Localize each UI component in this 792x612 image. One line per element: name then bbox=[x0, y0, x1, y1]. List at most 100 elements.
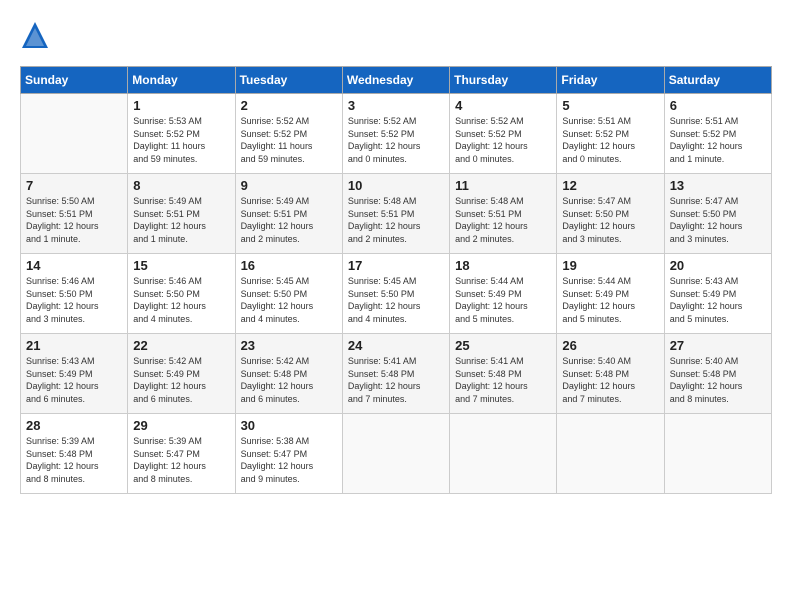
week-row-3: 14 Sunrise: 5:46 AM Sunset: 5:50 PM Dayli… bbox=[21, 254, 772, 334]
day-cell: 20 Sunrise: 5:43 AM Sunset: 5:49 PM Dayli… bbox=[664, 254, 771, 334]
day-number: 12 bbox=[562, 178, 658, 193]
day-cell: 24 Sunrise: 5:41 AM Sunset: 5:48 PM Dayli… bbox=[342, 334, 449, 414]
day-cell: 14 Sunrise: 5:46 AM Sunset: 5:50 PM Dayli… bbox=[21, 254, 128, 334]
calendar-header: SundayMondayTuesdayWednesdayThursdayFrid… bbox=[21, 67, 772, 94]
day-number: 20 bbox=[670, 258, 766, 273]
day-info: Sunrise: 5:44 AM Sunset: 5:49 PM Dayligh… bbox=[562, 275, 658, 325]
day-number: 13 bbox=[670, 178, 766, 193]
day-number: 6 bbox=[670, 98, 766, 113]
header-cell-sunday: Sunday bbox=[21, 67, 128, 94]
day-cell: 17 Sunrise: 5:45 AM Sunset: 5:50 PM Dayli… bbox=[342, 254, 449, 334]
day-cell: 15Sunrise: 5:46 AM Sunset: 5:50 PM Dayli… bbox=[128, 254, 235, 334]
day-cell: 30 Sunrise: 5:38 AM Sunset: 5:47 PM Dayli… bbox=[235, 414, 342, 494]
header-cell-tuesday: Tuesday bbox=[235, 67, 342, 94]
day-number: 28 bbox=[26, 418, 122, 433]
day-cell: 25Sunrise: 5:41 AM Sunset: 5:48 PM Dayli… bbox=[450, 334, 557, 414]
day-info: Sunrise: 5:39 AM Sunset: 5:48 PM Dayligh… bbox=[26, 435, 122, 485]
day-info: Sunrise: 5:52 AM Sunset: 5:52 PM Dayligh… bbox=[455, 115, 551, 165]
day-info: Sunrise: 5:49 AM Sunset: 5:51 PM Dayligh… bbox=[133, 195, 229, 245]
day-cell: 13 Sunrise: 5:47 AM Sunset: 5:50 PM Dayli… bbox=[664, 174, 771, 254]
day-number: 23 bbox=[241, 338, 337, 353]
day-number: 10 bbox=[348, 178, 444, 193]
week-row-2: 7 Sunrise: 5:50 AM Sunset: 5:51 PM Daylig… bbox=[21, 174, 772, 254]
day-number: 5 bbox=[562, 98, 658, 113]
day-info: Sunrise: 5:43 AM Sunset: 5:49 PM Dayligh… bbox=[26, 355, 122, 405]
day-cell: 4 Sunrise: 5:52 AM Sunset: 5:52 PM Daylig… bbox=[450, 94, 557, 174]
day-cell bbox=[664, 414, 771, 494]
day-number: 1 bbox=[133, 98, 229, 113]
day-info: Sunrise: 5:47 AM Sunset: 5:50 PM Dayligh… bbox=[670, 195, 766, 245]
day-number: 7 bbox=[26, 178, 122, 193]
day-cell: 23Sunrise: 5:42 AM Sunset: 5:48 PM Dayli… bbox=[235, 334, 342, 414]
day-cell: 12 Sunrise: 5:47 AM Sunset: 5:50 PM Dayli… bbox=[557, 174, 664, 254]
day-info: Sunrise: 5:47 AM Sunset: 5:50 PM Dayligh… bbox=[562, 195, 658, 245]
day-cell bbox=[557, 414, 664, 494]
header-cell-saturday: Saturday bbox=[664, 67, 771, 94]
day-cell: 18 Sunrise: 5:44 AM Sunset: 5:49 PM Dayli… bbox=[450, 254, 557, 334]
day-number: 17 bbox=[348, 258, 444, 273]
day-info: Sunrise: 5:44 AM Sunset: 5:49 PM Dayligh… bbox=[455, 275, 551, 325]
day-number: 18 bbox=[455, 258, 551, 273]
day-number: 19 bbox=[562, 258, 658, 273]
day-cell: 7 Sunrise: 5:50 AM Sunset: 5:51 PM Daylig… bbox=[21, 174, 128, 254]
day-info: Sunrise: 5:39 AM Sunset: 5:47 PM Dayligh… bbox=[133, 435, 229, 485]
day-cell: 5 Sunrise: 5:51 AM Sunset: 5:52 PM Daylig… bbox=[557, 94, 664, 174]
day-cell: 1 Sunrise: 5:53 AM Sunset: 5:52 PM Daylig… bbox=[128, 94, 235, 174]
week-row-5: 28 Sunrise: 5:39 AM Sunset: 5:48 PM Dayli… bbox=[21, 414, 772, 494]
day-cell: 22Sunrise: 5:42 AM Sunset: 5:49 PM Dayli… bbox=[128, 334, 235, 414]
logo-icon bbox=[20, 20, 50, 50]
day-cell: 8 Sunrise: 5:49 AM Sunset: 5:51 PM Daylig… bbox=[128, 174, 235, 254]
day-number: 21 bbox=[26, 338, 122, 353]
day-info: Sunrise: 5:49 AM Sunset: 5:51 PM Dayligh… bbox=[241, 195, 337, 245]
day-cell: 21 Sunrise: 5:43 AM Sunset: 5:49 PM Dayli… bbox=[21, 334, 128, 414]
day-info: Sunrise: 5:46 AM Sunset: 5:50 PM Dayligh… bbox=[133, 275, 229, 325]
day-number: 2 bbox=[241, 98, 337, 113]
day-info: Sunrise: 5:52 AM Sunset: 5:52 PM Dayligh… bbox=[241, 115, 337, 165]
day-cell: 11Sunrise: 5:48 AM Sunset: 5:51 PM Dayli… bbox=[450, 174, 557, 254]
day-number: 14 bbox=[26, 258, 122, 273]
day-number: 24 bbox=[348, 338, 444, 353]
day-info: Sunrise: 5:40 AM Sunset: 5:48 PM Dayligh… bbox=[562, 355, 658, 405]
day-number: 8 bbox=[133, 178, 229, 193]
day-info: Sunrise: 5:42 AM Sunset: 5:49 PM Dayligh… bbox=[133, 355, 229, 405]
day-cell: 16 Sunrise: 5:45 AM Sunset: 5:50 PM Dayli… bbox=[235, 254, 342, 334]
day-info: Sunrise: 5:45 AM Sunset: 5:50 PM Dayligh… bbox=[241, 275, 337, 325]
day-info: Sunrise: 5:48 AM Sunset: 5:51 PM Dayligh… bbox=[348, 195, 444, 245]
day-cell: 2 Sunrise: 5:52 AM Sunset: 5:52 PM Daylig… bbox=[235, 94, 342, 174]
day-info: Sunrise: 5:50 AM Sunset: 5:51 PM Dayligh… bbox=[26, 195, 122, 245]
day-info: Sunrise: 5:41 AM Sunset: 5:48 PM Dayligh… bbox=[348, 355, 444, 405]
header-row: SundayMondayTuesdayWednesdayThursdayFrid… bbox=[21, 67, 772, 94]
day-number: 9 bbox=[241, 178, 337, 193]
day-cell: 26 Sunrise: 5:40 AM Sunset: 5:48 PM Dayli… bbox=[557, 334, 664, 414]
day-number: 25 bbox=[455, 338, 551, 353]
day-number: 26 bbox=[562, 338, 658, 353]
day-info: Sunrise: 5:38 AM Sunset: 5:47 PM Dayligh… bbox=[241, 435, 337, 485]
day-number: 4 bbox=[455, 98, 551, 113]
header-cell-wednesday: Wednesday bbox=[342, 67, 449, 94]
page-header bbox=[20, 20, 772, 50]
day-cell: 19 Sunrise: 5:44 AM Sunset: 5:49 PM Dayli… bbox=[557, 254, 664, 334]
header-cell-monday: Monday bbox=[128, 67, 235, 94]
day-info: Sunrise: 5:40 AM Sunset: 5:48 PM Dayligh… bbox=[670, 355, 766, 405]
day-info: Sunrise: 5:52 AM Sunset: 5:52 PM Dayligh… bbox=[348, 115, 444, 165]
day-info: Sunrise: 5:45 AM Sunset: 5:50 PM Dayligh… bbox=[348, 275, 444, 325]
day-info: Sunrise: 5:48 AM Sunset: 5:51 PM Dayligh… bbox=[455, 195, 551, 245]
logo bbox=[20, 20, 54, 50]
day-info: Sunrise: 5:46 AM Sunset: 5:50 PM Dayligh… bbox=[26, 275, 122, 325]
day-info: Sunrise: 5:43 AM Sunset: 5:49 PM Dayligh… bbox=[670, 275, 766, 325]
day-cell: 3 Sunrise: 5:52 AM Sunset: 5:52 PM Daylig… bbox=[342, 94, 449, 174]
day-cell: 6 Sunrise: 5:51 AM Sunset: 5:52 PM Daylig… bbox=[664, 94, 771, 174]
week-row-1: 1 Sunrise: 5:53 AM Sunset: 5:52 PM Daylig… bbox=[21, 94, 772, 174]
header-cell-thursday: Thursday bbox=[450, 67, 557, 94]
day-cell: 27Sunrise: 5:40 AM Sunset: 5:48 PM Dayli… bbox=[664, 334, 771, 414]
day-info: Sunrise: 5:51 AM Sunset: 5:52 PM Dayligh… bbox=[562, 115, 658, 165]
day-info: Sunrise: 5:53 AM Sunset: 5:52 PM Dayligh… bbox=[133, 115, 229, 165]
day-number: 29 bbox=[133, 418, 229, 433]
calendar-table: SundayMondayTuesdayWednesdayThursdayFrid… bbox=[20, 66, 772, 494]
day-number: 3 bbox=[348, 98, 444, 113]
day-cell bbox=[21, 94, 128, 174]
day-cell: 28 Sunrise: 5:39 AM Sunset: 5:48 PM Dayli… bbox=[21, 414, 128, 494]
day-number: 16 bbox=[241, 258, 337, 273]
day-info: Sunrise: 5:51 AM Sunset: 5:52 PM Dayligh… bbox=[670, 115, 766, 165]
day-number: 30 bbox=[241, 418, 337, 433]
